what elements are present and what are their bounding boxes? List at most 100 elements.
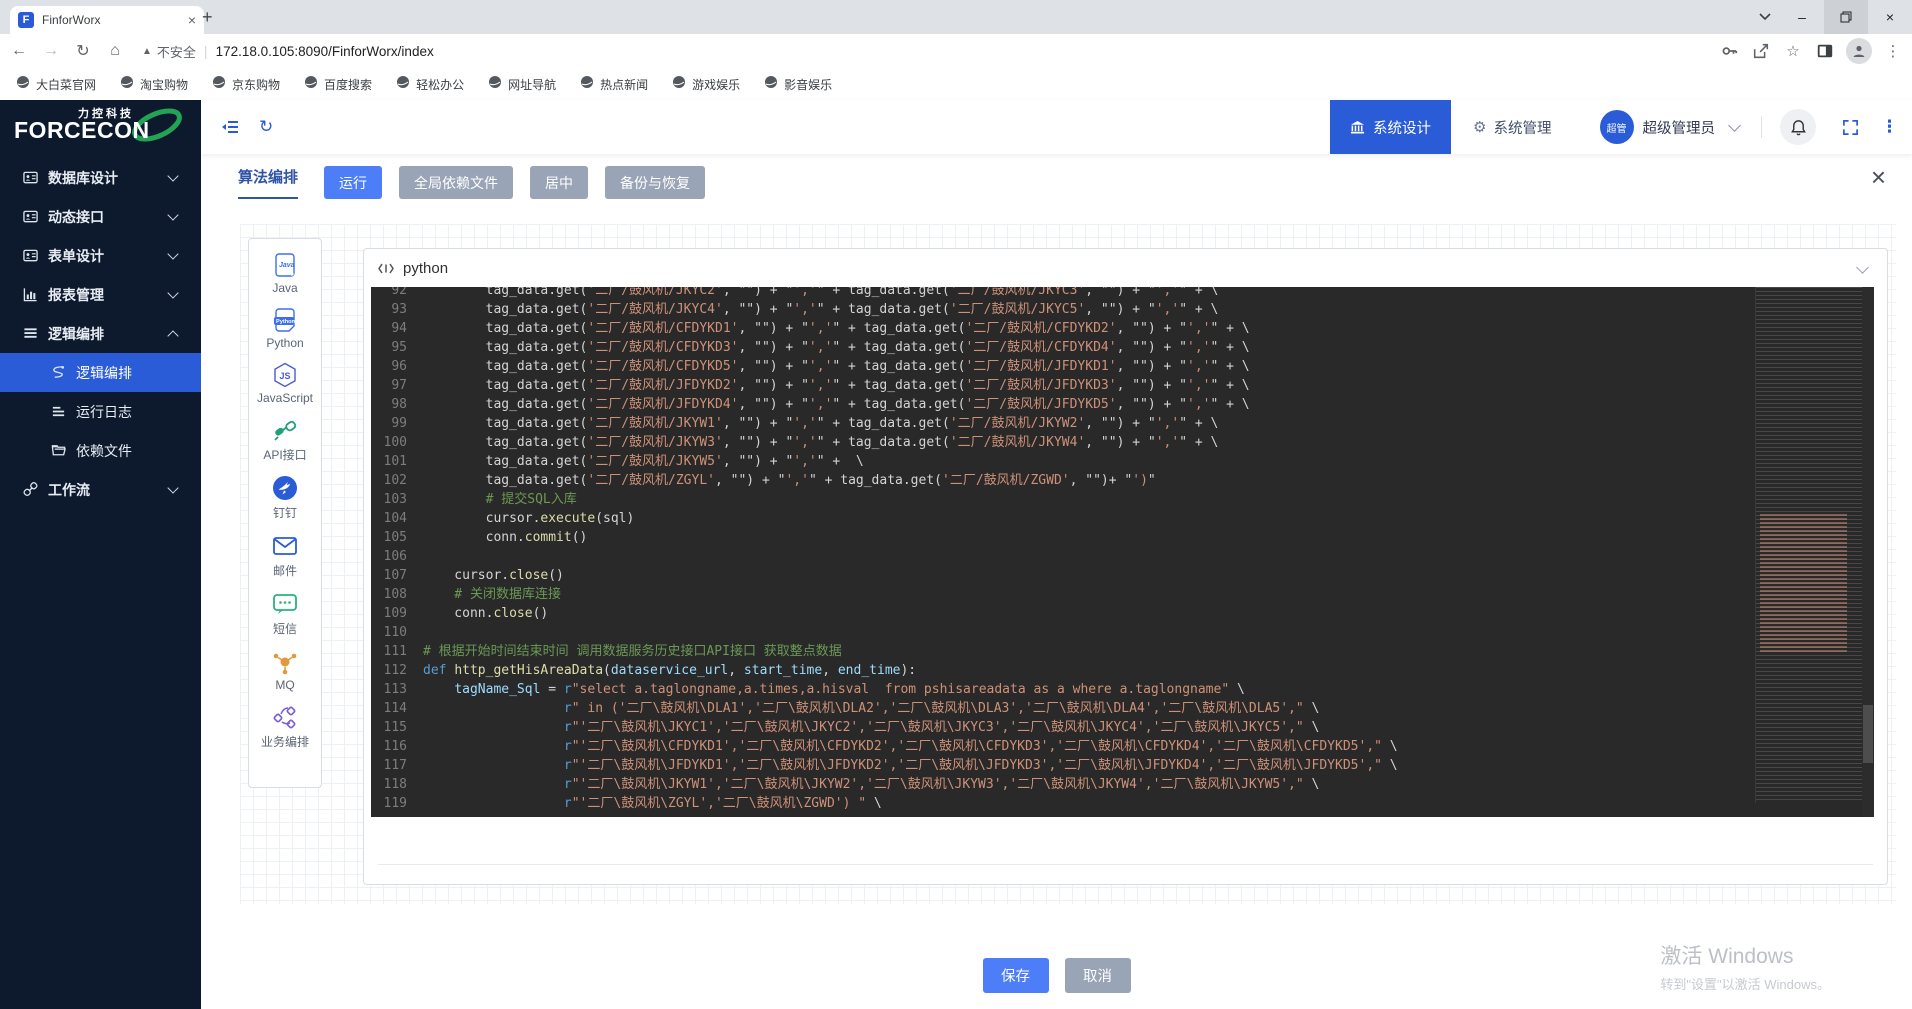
code-line: 119 r"'二厂\鼓风机\ZGYL','二厂\鼓风机\ZGWD') " \ xyxy=(371,794,1874,813)
app-header: ↻ 系统设计 ⚙ 系统管理 超管 超级管理员 ⋮ xyxy=(201,100,1912,154)
forcecon-logo: 力控科技 FORCECON xyxy=(0,100,201,156)
line-number: 116 xyxy=(371,737,423,756)
line-number: 106 xyxy=(371,547,423,566)
tab-search-icon[interactable] xyxy=(1750,0,1780,34)
palette-item-mq[interactable]: MQ xyxy=(272,648,299,692)
close-panel-icon[interactable]: × xyxy=(1871,164,1886,190)
globe-favicon-icon xyxy=(488,75,502,94)
flow-icon xyxy=(271,703,298,730)
nav-system-design[interactable]: 系统设计 xyxy=(1330,100,1451,154)
palette-item-sms[interactable]: 短信 xyxy=(272,590,299,637)
fullscreen-icon[interactable] xyxy=(1842,119,1859,136)
password-key-icon[interactable] xyxy=(1718,40,1740,62)
sidebar-item-workflow[interactable]: 工作流 xyxy=(0,470,201,509)
scrollbar-handle[interactable] xyxy=(1863,705,1873,763)
browser-tab[interactable]: F FinforWorx × xyxy=(10,6,204,34)
sidebar-item-dynamic-api[interactable]: 动态接口 xyxy=(0,197,201,236)
code-text: # 关闭数据库连接 xyxy=(423,585,561,604)
run-button[interactable]: 运行 xyxy=(324,166,382,199)
backup-restore-button[interactable]: 备份与恢复 xyxy=(605,166,705,199)
notifications-button[interactable] xyxy=(1780,109,1816,145)
line-number: 97 xyxy=(371,376,423,395)
sidebar-item-form-design[interactable]: 表单设计 xyxy=(0,236,201,275)
code-text: tag_data.get('二厂/鼓风机/JKYW3', "") + "','"… xyxy=(423,433,1218,452)
globe-favicon-icon xyxy=(16,75,30,94)
line-number: 105 xyxy=(371,528,423,547)
browser-tab-strip: F FinforWorx × + – × xyxy=(0,0,1912,34)
bookmark-item[interactable]: 京东购物 xyxy=(212,75,280,94)
line-number: 95 xyxy=(371,338,423,357)
home-icon[interactable]: ⌂ xyxy=(102,42,128,60)
new-tab-button[interactable]: + xyxy=(202,7,213,28)
code-line: 107 cursor.close() xyxy=(371,566,1874,585)
editor-minimap[interactable] xyxy=(1755,287,1862,803)
refresh-page-icon[interactable]: ↻ xyxy=(259,117,273,137)
nav-system-manage[interactable]: ⚙ 系统管理 xyxy=(1451,117,1573,138)
sidebar-item-logic-orchestration-sub[interactable]: 逻辑编排 xyxy=(0,353,201,392)
profile-avatar[interactable] xyxy=(1846,38,1872,64)
plug-icon xyxy=(272,416,299,443)
restore-button[interactable] xyxy=(1824,0,1868,34)
bookmark-item[interactable]: 热点新闻 xyxy=(580,75,648,94)
code-line: 98 tag_data.get('二厂/鼓风机/JFDYKD4', "") + … xyxy=(371,395,1874,414)
minimize-button[interactable]: – xyxy=(1780,0,1824,34)
bookmark-star-icon[interactable]: ☆ xyxy=(1782,40,1804,62)
list-icon xyxy=(22,326,38,342)
url-field[interactable]: ▲ 不安全 | 172.18.0.105:8090/FinforWorx/ind… xyxy=(142,42,1718,61)
bookmark-item[interactable]: 网址导航 xyxy=(488,75,556,94)
bookmark-item[interactable]: 影音娱乐 xyxy=(764,75,832,94)
sidebar-item-report-manage[interactable]: 报表管理 xyxy=(0,275,201,314)
palette-item-orchestration[interactable]: 业务编排 xyxy=(261,703,309,750)
editor-scrollbar[interactable] xyxy=(1862,287,1874,817)
center-button[interactable]: 居中 xyxy=(530,166,588,199)
back-icon[interactable]: ← xyxy=(6,42,32,60)
sidebar-item-dependency-files[interactable]: 依赖文件 xyxy=(0,431,201,470)
code-panel-header[interactable]: python xyxy=(364,249,1887,287)
bookmark-item[interactable]: 游戏娱乐 xyxy=(672,75,740,94)
palette-item-label: JavaScript xyxy=(257,391,313,405)
code-editor[interactable]: 92 tag_data.get('二厂/鼓风机/JKYC2', "") + "'… xyxy=(371,287,1874,817)
sidebar-item-run-log[interactable]: 运行日志 xyxy=(0,392,201,431)
global-dependency-button[interactable]: 全局依赖文件 xyxy=(399,166,513,199)
browser-menu-icon[interactable]: ⋮ xyxy=(1882,40,1904,62)
sidebar-item-label: 逻辑编排 xyxy=(48,324,104,344)
bookmark-item[interactable]: 大白菜官网 xyxy=(16,75,96,94)
side-panel-icon[interactable] xyxy=(1814,40,1836,62)
idcard-icon xyxy=(22,209,38,225)
code-text: def http_getHisAreaData(dataservice_url,… xyxy=(423,661,916,680)
refresh-icon[interactable]: ↻ xyxy=(70,41,96,61)
nav-system-design-label: 系统设计 xyxy=(1373,117,1431,138)
bookmark-item[interactable]: 淘宝购物 xyxy=(120,75,188,94)
tab-algorithm-orchestration[interactable]: 算法编排 xyxy=(238,166,298,199)
sidebar-item-logic-orchestration[interactable]: 逻辑编排 xyxy=(0,314,201,353)
code-text: tag_data.get('二厂/鼓风机/JFDYKD4', "") + "',… xyxy=(423,395,1250,414)
collapse-sidebar-icon[interactable] xyxy=(221,119,239,135)
cancel-button[interactable]: 取消 xyxy=(1065,958,1131,993)
bookmark-label: 大白菜官网 xyxy=(36,76,96,93)
palette-item-mail[interactable]: 邮件 xyxy=(272,532,299,579)
share-icon[interactable] xyxy=(1750,40,1772,62)
bookmark-item[interactable]: 轻松办公 xyxy=(396,75,464,94)
line-number: 102 xyxy=(371,471,423,490)
bookmark-item[interactable]: 百度搜索 xyxy=(304,75,372,94)
code-line: 102 tag_data.get('二厂/鼓风机/ZGYL', "") + "'… xyxy=(371,471,1874,490)
tab-close-icon[interactable]: × xyxy=(188,12,196,28)
sidebar-item-database-design[interactable]: 数据库设计 xyxy=(0,158,201,197)
save-button[interactable]: 保存 xyxy=(983,958,1049,993)
close-window-button[interactable]: × xyxy=(1868,0,1912,34)
code-line: 114 r" in ('二厂\鼓风机\DLA1','二厂\鼓风机\DLA2','… xyxy=(371,699,1874,718)
collapse-chevron-icon[interactable] xyxy=(1856,261,1869,274)
user-menu[interactable]: 超管 超级管理员 xyxy=(1600,110,1740,144)
palette-item-api[interactable]: API接口 xyxy=(263,416,306,463)
user-avatar: 超管 xyxy=(1600,110,1634,144)
code-text: cursor.close() xyxy=(423,566,564,585)
palette-item-java[interactable]: JavaJava xyxy=(272,251,299,295)
forward-icon[interactable]: → xyxy=(38,42,64,60)
sidebar-item-label: 动态接口 xyxy=(48,207,104,227)
chevron-down-icon xyxy=(167,482,178,493)
more-options-icon[interactable]: ⋮ xyxy=(1881,117,1898,137)
idcard-icon xyxy=(22,248,38,264)
palette-item-dingtalk[interactable]: 钉钉 xyxy=(272,474,299,521)
palette-item-python[interactable]: PythonPython xyxy=(266,306,303,350)
palette-item-javascript[interactable]: JSJavaScript xyxy=(257,361,313,405)
